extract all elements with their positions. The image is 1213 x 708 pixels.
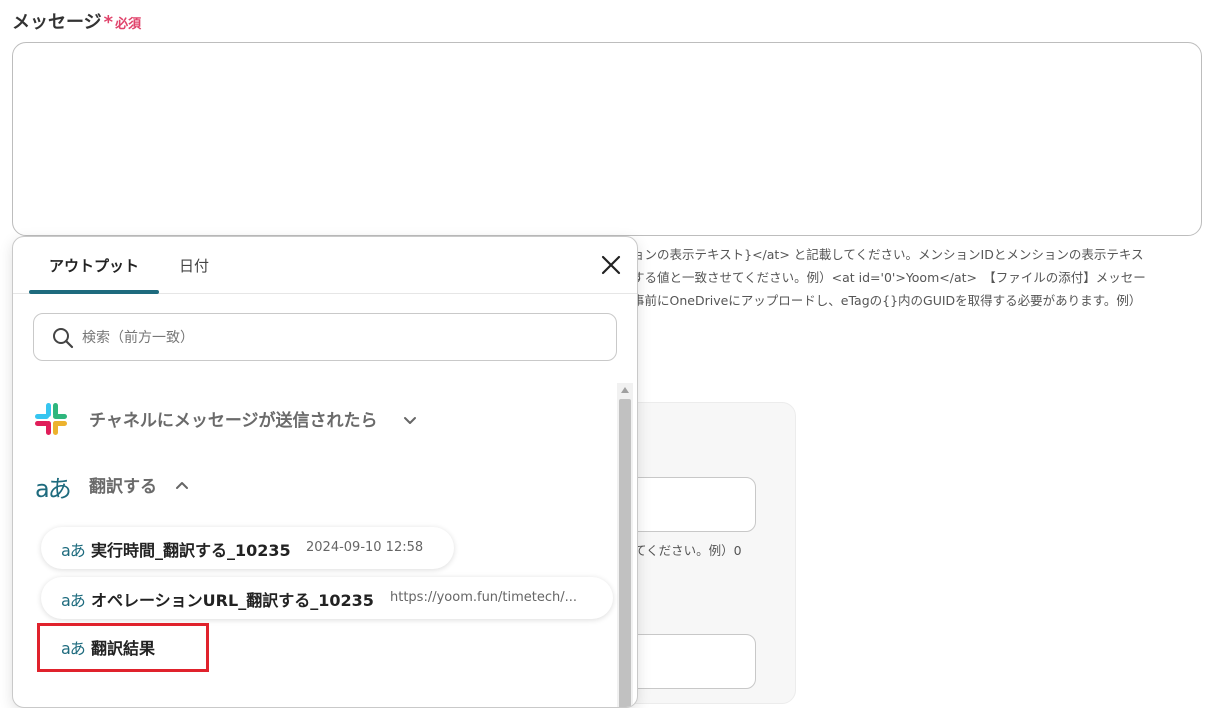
help-line: 事前にOneDriveにアップロードし、eTagの{}内のGUIDを取得する必要… xyxy=(632,293,1142,308)
scroll-up-arrow[interactable] xyxy=(621,387,629,393)
help-line: する値と一致させてください。例）<at id='0'>Yoom</at> 【ファ… xyxy=(632,270,1146,285)
highlight-box xyxy=(37,623,209,672)
section-slack-trigger[interactable]: チャネルにメッセージが送信されたら xyxy=(33,401,453,437)
scrollbar[interactable] xyxy=(617,383,633,707)
output-item-value: 2024-09-10 12:58 xyxy=(306,540,424,555)
required-star: * xyxy=(103,12,114,33)
help-line: ョンの表示テキスト}</at> と記載してください。メンションIDとメンションの… xyxy=(632,247,1144,262)
section-translate[interactable]: aあ 翻訳する xyxy=(33,467,233,503)
scroll-thumb[interactable] xyxy=(619,399,631,707)
chevron-down-icon[interactable] xyxy=(401,411,419,429)
background-hint: てください。例）0 xyxy=(634,543,742,558)
search-input[interactable] xyxy=(80,324,604,352)
output-item-value: https://yoom.fun/timetech/... xyxy=(390,590,578,605)
translate-icon: aあ xyxy=(35,475,72,503)
search-icon xyxy=(53,328,74,349)
close-icon[interactable] xyxy=(599,253,623,277)
translate-icon: aあ xyxy=(61,541,86,560)
message-textarea[interactable] xyxy=(12,42,1202,236)
chevron-up-icon[interactable] xyxy=(173,477,191,495)
section-label: 翻訳する xyxy=(89,477,157,497)
search-box xyxy=(33,313,617,361)
tab-output[interactable]: アウトプット xyxy=(29,237,159,294)
translate-icon: aあ xyxy=(61,591,86,610)
tab-date[interactable]: 日付 xyxy=(163,237,225,293)
output-picker-popup: アウトプット 日付 チャネルにメッセージが送信されたら xyxy=(12,236,638,708)
slack-icon xyxy=(35,403,67,435)
popup-tabs: アウトプット 日付 xyxy=(13,237,637,294)
help-text: ョンの表示テキスト}</at> と記載してください。メンションIDとメンションの… xyxy=(632,243,1207,312)
output-item-execution-time[interactable]: aあ 実行時間_翻訳する_10235 2024-09-10 12:58 xyxy=(41,527,454,569)
output-item-label: オペレーションURL_翻訳する_10235 xyxy=(91,591,374,610)
section-label: チャネルにメッセージが送信されたら xyxy=(89,411,378,431)
output-item-label: 実行時間_翻訳する_10235 xyxy=(91,541,291,560)
message-field-label: メッセージ * 必須 xyxy=(12,8,141,34)
output-item-operation-url[interactable]: aあ オペレーションURL_翻訳する_10235 https://yoom.fu… xyxy=(41,577,613,619)
required-text: 必須 xyxy=(115,17,142,32)
message-label-text: メッセージ xyxy=(12,12,102,33)
